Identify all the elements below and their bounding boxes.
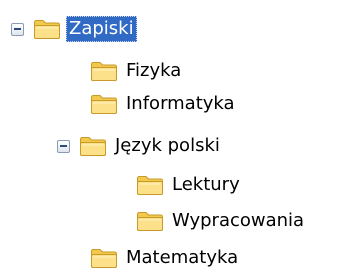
tree-node-label[interactable]: Informatyka [123,91,238,117]
tree-node-wypracowania[interactable]: Wypracowania [136,206,307,236]
tree-node-jezyk-polski[interactable]: Język polski [57,131,223,161]
tree-node-label[interactable]: Język polski [112,133,223,159]
tree-node-label[interactable]: Lektury [169,172,243,198]
folder-icon [90,247,118,269]
folder-icon [90,93,118,115]
folder-icon [79,135,107,157]
collapse-icon[interactable] [11,22,24,36]
tree-node-label[interactable]: Matematyka [123,245,241,271]
tree-node-label[interactable]: Wypracowania [169,208,307,234]
tree-node-matematyka[interactable]: Matematyka [90,243,241,273]
folder-icon [33,18,61,40]
tree-node-fizyka[interactable]: Fizyka [90,56,184,86]
folder-icon [136,174,164,196]
tree-node-lektury[interactable]: Lektury [136,170,243,200]
tree-node-label[interactable]: Fizyka [123,58,184,84]
tree-node-zapiski[interactable]: Zapiski [11,14,137,44]
tree-node-informatyka[interactable]: Informatyka [90,89,238,119]
collapse-icon[interactable] [57,139,70,153]
tree-node-label[interactable]: Zapiski [66,16,137,42]
folder-icon [136,210,164,232]
folder-icon [90,60,118,82]
